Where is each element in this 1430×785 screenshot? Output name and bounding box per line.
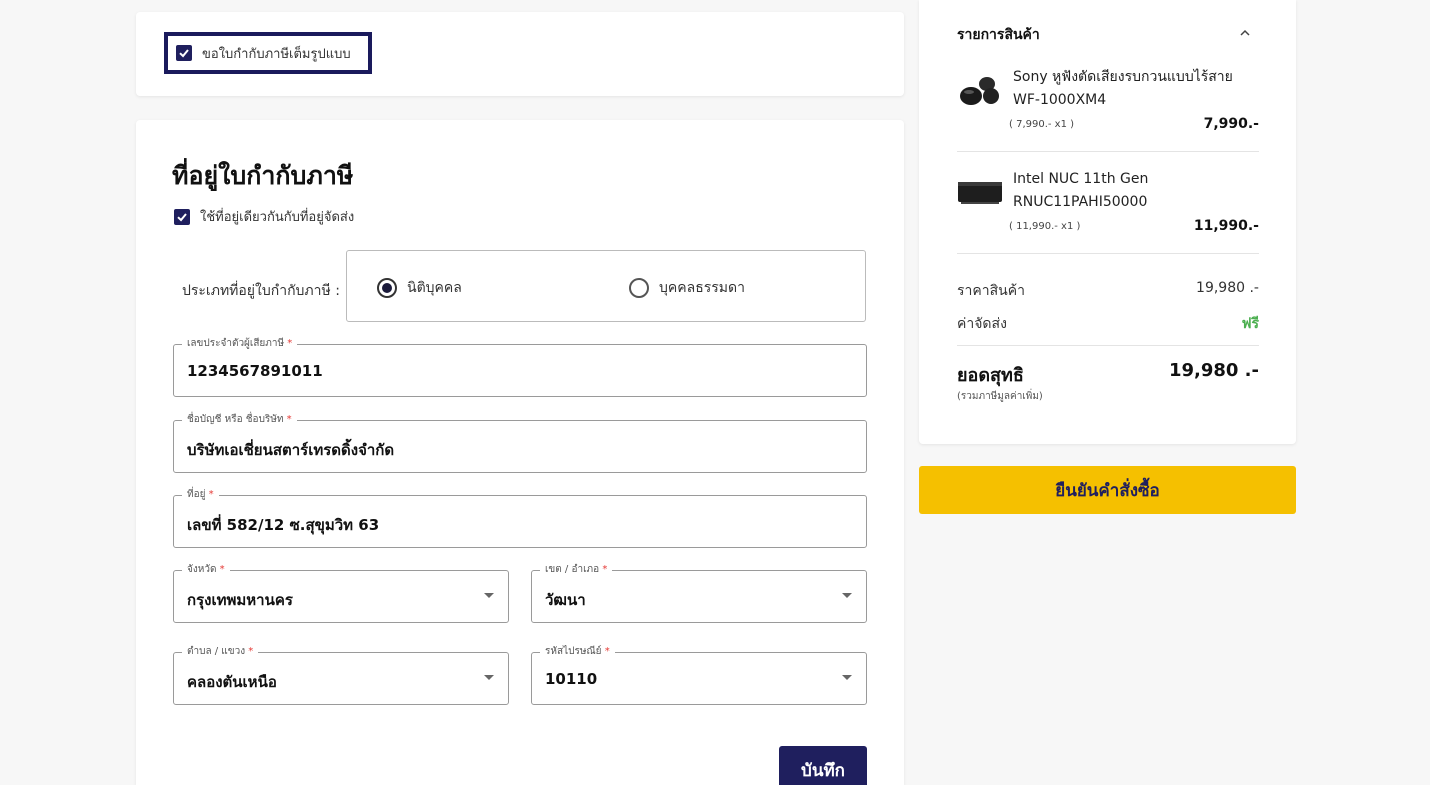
- item-unit-price: ( 11,990.- x1 ): [1009, 221, 1081, 232]
- confirm-order-button[interactable]: ยืนยันคำสั่งซื้อ: [919, 466, 1296, 514]
- district-value: วัฒนา: [545, 591, 586, 609]
- address-type-radio-group: นิติบุคคล บุคคลธรรมดา: [346, 250, 866, 322]
- item-unit-price: ( 7,990.- x1 ): [1009, 119, 1075, 130]
- subdistrict-select[interactable]: ตำบล / แขวง * คลองตันเหนือ: [173, 645, 509, 705]
- caret-down-icon[interactable]: [484, 593, 494, 598]
- checkbox-checked-icon[interactable]: [174, 208, 190, 225]
- list-item: Sony หูฟังตัดเสียงรบกวนแบบไร้สาย WF-1000…: [957, 66, 1259, 136]
- field-label: ชื่อบัญชี หรือ ชื่อบริษัท *: [182, 413, 297, 427]
- field-label: เลขประจำตัวผู้เสียภาษี *: [182, 337, 298, 351]
- item-price: 11,990.-: [1193, 218, 1259, 234]
- total-value: 19,980 .-: [1168, 360, 1259, 381]
- subtotal-row: ราคาสินค้า 19,980 .-: [957, 280, 1259, 302]
- divider: [957, 253, 1259, 254]
- postcode-select[interactable]: รหัสไปรษณีย์ * 10110: [531, 645, 867, 705]
- field-label: ตำบล / แขวง *: [182, 645, 259, 659]
- company-name-value: บริษัทเอเชี่ยนสตาร์เทรดดิ้งจำกัด: [187, 441, 395, 459]
- caret-down-icon[interactable]: [484, 675, 494, 680]
- field-label: เขต / อำเภอ *: [540, 563, 613, 577]
- tax-id-value: 1234567891011: [187, 362, 323, 380]
- province-select[interactable]: จังหวัด * กรุงเทพมหานคร: [173, 563, 509, 623]
- list-item: Intel NUC 11th Gen RNUC11PAHI50000 ( 11,…: [957, 168, 1259, 238]
- radio-label: บุคคลธรรมดา: [659, 280, 745, 296]
- radio-selected-icon[interactable]: [377, 278, 397, 298]
- postcode-value: 10110: [545, 670, 598, 688]
- tax-address-form: ที่อยู่ใบกำกับภาษี ใช้ที่อยู่เดียวกันกับ…: [136, 120, 904, 785]
- total-vat-note: (รวมภาษีมูลค่าเพิ่ม): [957, 391, 1043, 402]
- item-price: 7,990.-: [1203, 116, 1259, 132]
- same-address-checkbox-row[interactable]: ใช้ที่อยู่เดียวกันกับที่อยู่จัดส่ง: [174, 206, 354, 227]
- mini-pc-product-image: [958, 182, 1002, 204]
- radio-option-juristic[interactable]: นิติบุคคล: [377, 277, 462, 299]
- address-type-label: ประเภทที่อยู่ใบกำกับภาษี :: [182, 283, 340, 299]
- order-summary-card: รายการสินค้า Sony หูฟังตัดเสียงรบกวนแบบไ…: [919, 0, 1296, 444]
- radio-option-individual[interactable]: บุคคลธรรมดา: [629, 277, 745, 299]
- subtotal-value: 19,980 .-: [1196, 280, 1259, 296]
- page-title: ที่อยู่ใบกำกับภาษี: [172, 161, 354, 190]
- subtotal-label: ราคาสินค้า: [957, 283, 1025, 299]
- subdistrict-value: คลองตันเหนือ: [187, 673, 277, 691]
- address-field[interactable]: ที่อยู่ * เลขที่ 582/12 ซ.สุขุมวิท 63: [173, 488, 867, 548]
- caret-down-icon[interactable]: [842, 593, 852, 598]
- address-value: เลขที่ 582/12 ซ.สุขุมวิท 63: [187, 516, 380, 534]
- field-label: รหัสไปรษณีย์ *: [540, 645, 615, 659]
- province-value: กรุงเทพมหานคร: [187, 591, 293, 609]
- item-name: Sony หูฟังตัดเสียงรบกวนแบบไร้สาย WF-1000…: [1013, 69, 1233, 108]
- same-address-label: ใช้ที่อยู่เดียวกันกับที่อยู่จัดส่ง: [200, 210, 355, 225]
- field-label: จังหวัด *: [182, 563, 230, 577]
- earbuds-product-image: [960, 77, 999, 105]
- company-name-field[interactable]: ชื่อบัญชี หรือ ชื่อบริษัท * บริษัทเอเชี่…: [173, 413, 867, 473]
- shipping-value: ฟรี: [1241, 316, 1259, 332]
- item-name: Intel NUC 11th Gen RNUC11PAHI50000: [1013, 171, 1149, 210]
- radio-unselected-icon[interactable]: [629, 278, 649, 298]
- shipping-row: ค่าจัดส่ง ฟรี: [957, 313, 1259, 335]
- summary-header: รายการสินค้า: [957, 27, 1040, 43]
- field-label: ที่อยู่ *: [182, 488, 219, 502]
- divider: [957, 151, 1259, 152]
- checkbox-checked-icon[interactable]: [176, 45, 192, 61]
- divider: [957, 345, 1259, 346]
- full-invoice-card: ขอใบกำกับภาษีเต็มรูปแบบ: [136, 12, 904, 96]
- full-invoice-checkbox-row[interactable]: ขอใบกำกับภาษีเต็มรูปแบบ: [164, 32, 372, 74]
- chevron-up-icon[interactable]: [1240, 28, 1250, 38]
- district-select[interactable]: เขต / อำเภอ * วัฒนา: [531, 563, 867, 623]
- full-invoice-label: ขอใบกำกับภาษีเต็มรูปแบบ: [202, 46, 351, 62]
- shipping-label: ค่าจัดส่ง: [957, 316, 1007, 332]
- tax-id-field[interactable]: เลขประจำตัวผู้เสียภาษี * 1234567891011: [173, 337, 867, 397]
- radio-label: นิติบุคคล: [407, 280, 462, 296]
- total-label: ยอดสุทธิ: [957, 365, 1024, 386]
- save-button[interactable]: บันทึก: [779, 746, 867, 785]
- caret-down-icon[interactable]: [842, 675, 852, 680]
